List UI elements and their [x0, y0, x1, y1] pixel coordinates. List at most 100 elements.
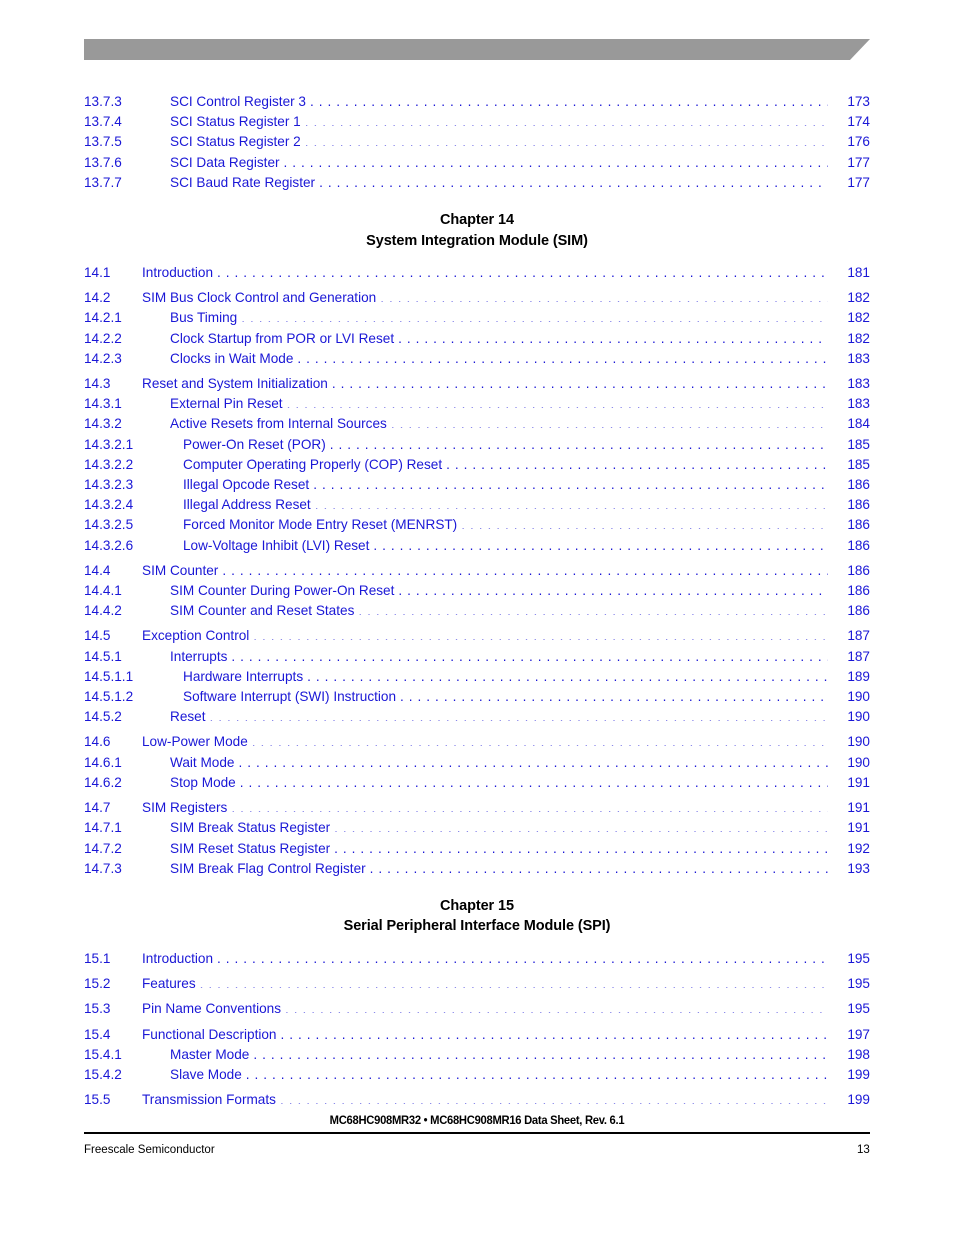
toc-entry[interactable]: 14.3 Reset and System Initialization 183 — [84, 374, 870, 394]
toc-entry[interactable]: 15.4.2 Slave Mode 199 — [84, 1065, 870, 1085]
toc-entry-title: Hardware Interrupts — [183, 668, 304, 684]
toc-entry-page: 193 — [847, 860, 870, 876]
toc-entry[interactable]: 14.3.2.3 Illegal Opcode Reset 186 — [84, 475, 870, 495]
toc-entry-title: SIM Counter and Reset States — [170, 603, 355, 619]
toc-entry-number: 14.7.1 — [84, 820, 122, 836]
vertical-spacer — [84, 193, 870, 210]
toc-entry-page: 186 — [847, 537, 870, 553]
toc-entry-title: SCI Status Register 1 — [170, 114, 301, 130]
chapter-list: Chapter 14 System Integration Module (SIM… — [84, 193, 870, 1110]
toc-entry[interactable]: 14.4.1 SIM Counter During Power-On Reset 1… — [84, 581, 870, 601]
toc-entry-page: 195 — [847, 1001, 870, 1017]
toc-entry[interactable]: 14.5.2 Reset 190 — [84, 707, 870, 727]
toc-entry[interactable]: 15.1 Introduction 195 — [84, 949, 870, 969]
toc-entry-title: Bus Timing — [170, 310, 238, 326]
toc-entry-title: Exception Control — [142, 628, 250, 644]
toc-entry-title: SCI Control Register 3 — [170, 94, 306, 109]
footer-row: Freescale Semiconductor 13 — [84, 1142, 870, 1156]
toc-entry[interactable]: 14.2.1 Bus Timing 182 — [84, 308, 870, 328]
toc-leader-dots — [253, 627, 828, 641]
toc-leader-dots — [240, 773, 828, 787]
toc-entry-number: 14.5 — [84, 628, 111, 644]
toc-entry[interactable]: 14.5.1 Interrupts 187 — [84, 647, 870, 667]
toc-leader-dots — [391, 415, 828, 429]
toc-entry-title: SIM Break Status Register — [170, 820, 331, 836]
toc-entry-page: 186 — [847, 497, 870, 513]
toc-entry-number: 14.6.1 — [84, 754, 122, 770]
toc-entry[interactable]: 15.3 Pin Name Conventions 195 — [84, 999, 870, 1019]
toc-entry[interactable]: 14.6.2 Stop Mode 191 — [84, 773, 870, 793]
toc-leader-dots — [310, 92, 828, 106]
toc-entry-title: SIM Break Flag Control Register — [170, 860, 366, 876]
toc-leader-dots — [398, 329, 828, 343]
toc-leader-dots — [222, 561, 828, 575]
toc-entry[interactable]: 13.7.3 SCI Control Register 3 173 — [84, 92, 870, 112]
toc-entry[interactable]: 14.2.2 Clock Startup from POR or LVI Rese… — [84, 329, 870, 349]
toc-entry[interactable]: 14.5 Exception Control 187 — [84, 626, 870, 646]
toc-entry[interactable]: 14.6 Low-Power Mode 190 — [84, 732, 870, 752]
toc-entry-number: 14.7 — [84, 800, 111, 816]
toc-entry-page: 174 — [847, 114, 870, 130]
toc-entry[interactable]: 14.5.1.1 Hardware Interrupts 189 — [84, 667, 870, 687]
chapter-title: System Integration Module (SIM) — [366, 232, 588, 249]
toc-entry-number: 15.4.2 — [84, 1066, 122, 1082]
toc-entry[interactable]: 14.2 SIM Bus Clock Control and Generation… — [84, 288, 870, 308]
footer-page-number: 13 — [857, 1142, 870, 1156]
toc-entry[interactable]: 14.7.2 SIM Reset Status Register 192 — [84, 839, 870, 859]
toc-entry-number: 15.2 — [84, 976, 111, 992]
toc-entry-number: 14.3.2.4 — [84, 497, 134, 513]
toc-entry[interactable]: 13.7.5 SCI Status Register 2 176 — [84, 132, 870, 152]
toc-entry-page: 182 — [847, 330, 870, 346]
toc-entry[interactable]: 14.7 SIM Registers 191 — [84, 798, 870, 818]
toc-entry[interactable]: 14.4.2 SIM Counter and Reset States 186 — [84, 601, 870, 621]
toc-entry[interactable]: 15.5 Transmission Formats 199 — [84, 1090, 870, 1110]
footer-divider — [84, 1132, 870, 1134]
toc-entry-title: Master Mode — [170, 1046, 250, 1062]
toc-entry[interactable]: 14.3.2.2 Computer Operating Properly (COP… — [84, 455, 870, 475]
toc-entry-title: Active Resets from Internal Sources — [170, 416, 387, 432]
toc-entry-page: 187 — [847, 648, 870, 664]
toc-entry[interactable]: 14.3.2 Active Resets from Internal Source… — [84, 414, 870, 434]
toc-entry[interactable]: 14.2.3 Clocks in Wait Mode 183 — [84, 349, 870, 369]
toc-entry[interactable]: 13.7.4 SCI Status Register 1 174 — [84, 112, 870, 132]
toc-entry[interactable]: 14.6.1 Wait Mode 190 — [84, 753, 870, 773]
toc-entry[interactable]: 14.7.1 SIM Break Status Register 191 — [84, 818, 870, 838]
toc-entry[interactable]: 15.4.1 Master Mode 198 — [84, 1045, 870, 1065]
toc-entry[interactable]: 14.3.2.5 Forced Monitor Mode Entry Reset … — [84, 515, 870, 535]
toc-leader-dots — [400, 687, 828, 701]
toc-entry-title: SCI Baud Rate Register — [170, 174, 316, 190]
toc-entry-title: External Pin Reset — [170, 396, 283, 412]
toc-entry-page: 186 — [847, 517, 870, 533]
toc-entry-number: 14.7.2 — [84, 840, 122, 856]
toc-entry-title: Clock Startup from POR or LVI Reset — [170, 330, 395, 346]
toc-entry-title: SCI Data Register — [170, 154, 280, 170]
toc-entry-number: 14.6 — [84, 734, 111, 750]
toc-entry-title: Wait Mode — [170, 754, 235, 770]
toc-leader-dots — [313, 475, 828, 489]
toc-entry-page: 190 — [847, 754, 870, 770]
toc-leader-dots — [217, 263, 828, 277]
toc-leader-dots — [332, 374, 828, 388]
toc-entry[interactable]: 14.3.2.4 Illegal Address Reset 186 — [84, 495, 870, 515]
toc-entry[interactable]: 14.3.1 External Pin Reset 183 — [84, 394, 870, 414]
toc-entry[interactable]: 15.2 Features 195 — [84, 974, 870, 994]
toc-entry[interactable]: 14.3.2.6 Low-Voltage Inhibit (LVI) Reset 1… — [84, 536, 870, 556]
toc-entry[interactable]: 14.3.2.1 Power-On Reset (POR) 185 — [84, 435, 870, 455]
toc-entry[interactable]: 14.1 Introduction 181 — [84, 263, 870, 283]
toc-entry[interactable]: 15.4 Functional Description 197 — [84, 1025, 870, 1045]
toc-entry[interactable]: 14.5.1.2 Software Interrupt (SWI) Instruc… — [84, 687, 870, 707]
toc-entry-title: Introduction — [142, 265, 214, 281]
toc-entry[interactable]: 13.7.7 SCI Baud Rate Register 177 — [84, 173, 870, 193]
toc-entry[interactable]: 14.7.3 SIM Break Flag Control Register 193 — [84, 859, 870, 879]
toc-leader-dots — [241, 309, 828, 323]
chapter-number: Chapter 14 — [440, 212, 514, 229]
toc-entry-title: SIM Registers — [142, 800, 228, 816]
toc-entry-title: Illegal Address Reset — [183, 497, 311, 513]
toc-entry[interactable]: 14.4 SIM Counter 186 — [84, 561, 870, 581]
toc-entry[interactable]: 13.7.6 SCI Data Register 177 — [84, 153, 870, 173]
footer-document-title: MC68HC908MR32 • MC68HC908MR16 Data Sheet… — [329, 1113, 625, 1127]
toc-leader-dots — [319, 173, 828, 187]
chapter-heading: Chapter 14 System Integration Module (SIM… — [84, 210, 870, 251]
toc-entry-number: 14.6.2 — [84, 774, 122, 790]
toc-group: 14.1 Introduction 181 14.2 SIM Bus Clock Con… — [84, 263, 870, 879]
